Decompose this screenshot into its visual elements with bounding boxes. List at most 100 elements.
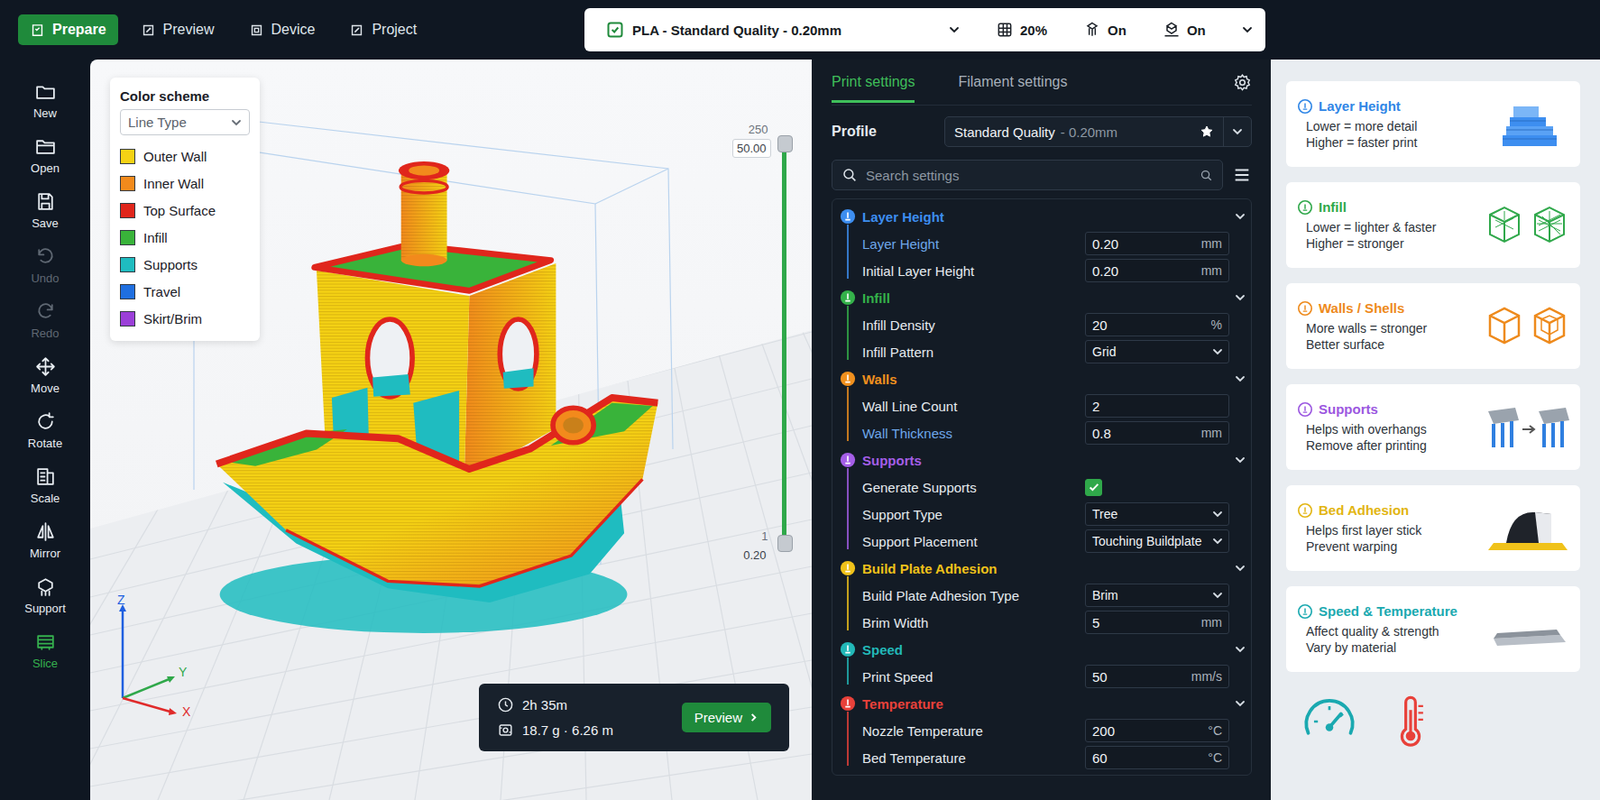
toolbar-button[interactable]: Scale [4, 457, 86, 513]
bottom-layer-height[interactable]: 0.20 [738, 545, 771, 565]
profile-dropdown-button[interactable] [1222, 117, 1251, 147]
number-input[interactable]: 0.20 mm [1085, 231, 1230, 256]
3d-viewport[interactable]: Color scheme Line Type Outer Wall Inner … [90, 59, 812, 800]
adhesion-icon [1162, 20, 1181, 39]
settings-tab[interactable]: Filament settings [957, 61, 1067, 103]
layer-slider[interactable]: 250 50.00 1 0.20 [732, 122, 792, 565]
tool-icon [34, 465, 57, 488]
profile-summary-bar[interactable]: PLA - Standard Quality - 0.20mm 20% On O… [584, 8, 1266, 52]
toolbar-button[interactable]: Undo [4, 237, 86, 293]
boat-model[interactable] [214, 157, 663, 638]
chevron-down-icon[interactable] [1241, 24, 1253, 36]
favorite-star-icon[interactable] [1199, 124, 1214, 139]
setting-row: Brim Width 5 mm [862, 608, 1230, 636]
summary-profile[interactable]: PLA - Standard Quality - 0.20mm [606, 20, 960, 39]
main-tab[interactable]: Project [337, 14, 429, 46]
toolbar-button[interactable]: Redo [4, 292, 86, 348]
select-dropdown[interactable]: Grid [1085, 340, 1230, 364]
slider-track[interactable] [781, 142, 787, 545]
toolbar-button[interactable]: Support [4, 567, 86, 623]
setting-label: Print Speed [862, 669, 1086, 685]
main-tabs: Prepare Preview Device Project [18, 14, 585, 46]
legend-item: Infill [119, 223, 250, 251]
number-input[interactable]: 2 [1085, 394, 1230, 418]
settings-section: Walls Wall Line Count 2 Wall Thickness 0… [862, 365, 1230, 447]
legend-swatch [119, 257, 136, 273]
section-header[interactable]: Build Plate Adhesion [839, 554, 1246, 582]
color-scheme-select[interactable]: Line Type [119, 109, 250, 136]
setting-label: Build Plate Adhesion Type [862, 588, 1086, 604]
material-usage: 18.7 g · 6.26 m [496, 721, 614, 739]
setting-row: Generate Supports [862, 473, 1230, 501]
section-header[interactable]: Speed [839, 635, 1246, 663]
number-input[interactable]: 200 °C [1085, 718, 1230, 743]
settings-tab[interactable]: Print settings [831, 61, 915, 103]
section-header[interactable]: Walls [839, 365, 1246, 393]
help-card-title: Supports [1296, 401, 1478, 418]
number-input[interactable]: 5 mm [1085, 610, 1230, 635]
help-card: Speed & Temperature Affect quality & str… [1286, 586, 1581, 672]
chevron-down-icon [1212, 535, 1223, 547]
chevron-down-icon [1234, 643, 1246, 655]
select-dropdown[interactable]: Brim [1085, 583, 1230, 607]
section-icon [839, 208, 856, 225]
settings-search[interactable]: Search settings [831, 159, 1223, 191]
select-dropdown[interactable]: Touching Buildplate [1085, 529, 1230, 553]
number-input[interactable]: 20 % [1085, 312, 1230, 337]
section-header[interactable]: Supports [839, 446, 1246, 474]
help-card-line: Better surface [1296, 336, 1478, 353]
number-input[interactable]: 0.20 mm [1085, 258, 1230, 283]
main-tab[interactable]: Preview [128, 14, 227, 46]
menu-icon[interactable] [1232, 165, 1252, 185]
slider-fill [781, 142, 787, 545]
axes-gizmo-icon: ZYX [110, 598, 210, 717]
chevron-down-icon [1212, 508, 1223, 520]
slider-bottom-handle[interactable] [777, 534, 793, 552]
number-input[interactable]: 50 mm/s [1085, 664, 1230, 689]
section-header[interactable]: Infill [839, 284, 1246, 312]
left-toolbar: New Open Save Undo Redo Move Rotate Scal… [0, 59, 91, 800]
tool-icon [34, 575, 57, 598]
main-tab[interactable]: Device [237, 14, 328, 46]
toolbar-button[interactable]: New [4, 72, 86, 128]
summary-infill[interactable]: 20% [995, 20, 1048, 39]
select-dropdown[interactable]: Tree [1085, 502, 1230, 526]
chevron-right-icon [748, 712, 759, 723]
profile-row: Profile Standard Quality - 0.20mm [831, 116, 1252, 148]
settings-section: Temperature Nozzle Temperature 200 °CBed… [862, 689, 1230, 772]
slider-top-handle[interactable] [777, 135, 793, 153]
section-header[interactable]: Temperature [839, 689, 1246, 718]
section-icon [839, 451, 856, 469]
toolbar-button[interactable]: Rotate [4, 402, 86, 458]
setting-row: Bed Temperature 60 °C [862, 744, 1230, 772]
help-card-line: Vary by material [1296, 639, 1478, 656]
top-layer-height[interactable]: 50.00 [732, 138, 772, 158]
help-card-line: Higher = stronger [1296, 235, 1478, 252]
summary-supports[interactable]: On [1083, 20, 1127, 39]
settings-sections: Layer Height Layer Height 0.20 mmInitial… [831, 198, 1252, 776]
toolbar-button[interactable]: Save [4, 182, 86, 238]
help-topic-icon [1296, 98, 1314, 115]
gear-icon[interactable] [1232, 73, 1252, 92]
profile-label: Profile [831, 123, 945, 140]
toolbar-button[interactable]: Open [4, 127, 86, 183]
section-line [846, 224, 849, 279]
chevron-down-icon [1212, 346, 1223, 358]
legend-swatch [119, 202, 136, 219]
preview-button[interactable]: Preview [681, 702, 772, 733]
summary-adhesion[interactable]: On [1162, 20, 1206, 39]
toolbar-button[interactable]: Mirror [4, 512, 86, 568]
number-input[interactable]: 0.8 mm [1085, 421, 1230, 445]
main-tab[interactable]: Prepare [18, 14, 119, 46]
profile-select[interactable]: Standard Quality - 0.20mm [944, 116, 1252, 148]
checkbox[interactable] [1085, 478, 1103, 497]
legend-item: Skirt/Brim [119, 304, 250, 332]
toolbar-button[interactable]: Slice [4, 622, 86, 678]
toolbar-button[interactable]: Move [4, 347, 86, 403]
setting-label: Infill Pattern [862, 344, 1086, 360]
section-header[interactable]: Layer Height [839, 202, 1246, 230]
number-input[interactable]: 60 °C [1085, 745, 1230, 770]
help-card-line: Lower = more detail [1296, 118, 1478, 135]
help-illustration-icon [1484, 299, 1572, 354]
print-time: 2h 35m [496, 696, 614, 714]
